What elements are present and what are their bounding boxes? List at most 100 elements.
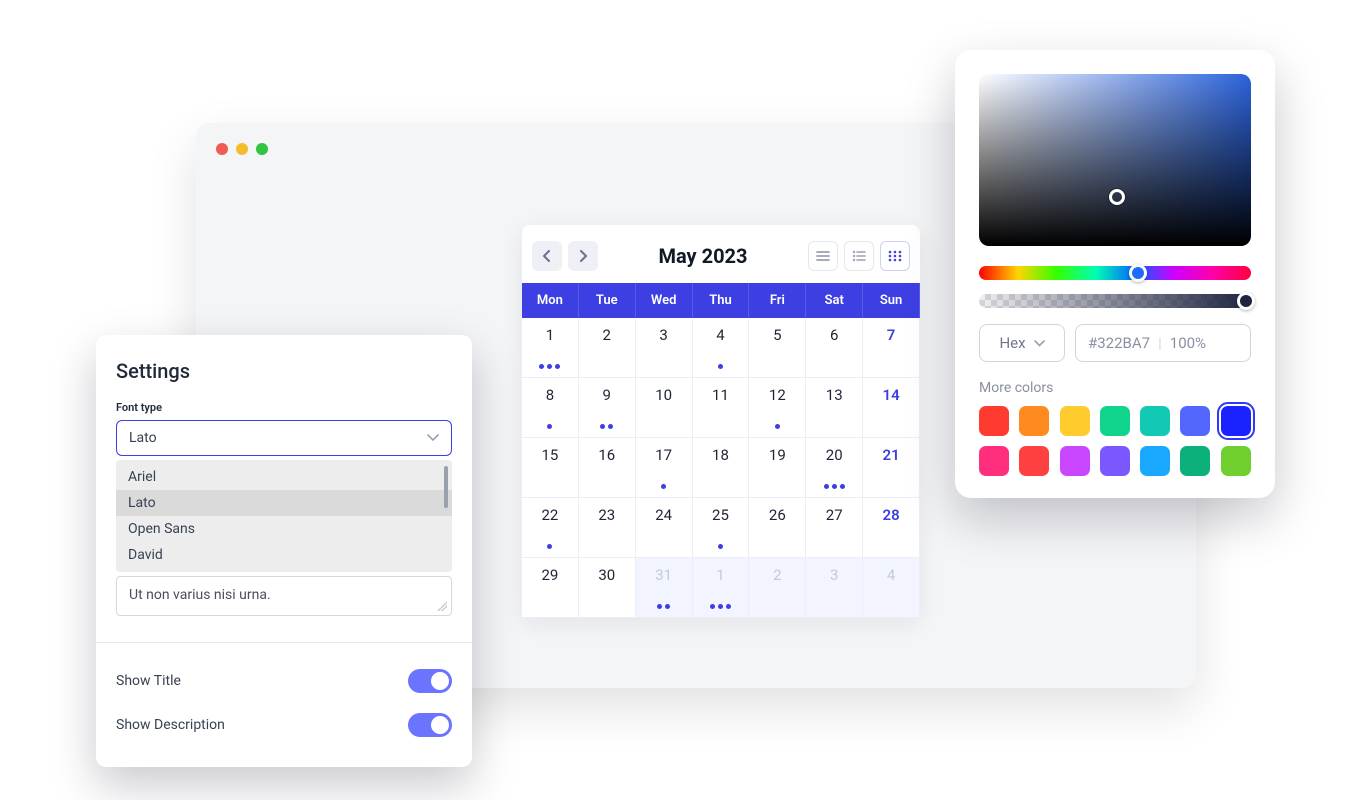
calendar-next-button[interactable] — [568, 241, 598, 271]
color-swatch[interactable] — [1221, 406, 1251, 436]
calendar-day[interactable]: 5 — [749, 318, 806, 378]
calendar-dow: Sun — [863, 283, 920, 318]
calendar-day[interactable]: 25 — [693, 498, 750, 558]
font-option[interactable]: Ariel — [116, 464, 452, 490]
event-dots — [693, 364, 749, 369]
color-cursor[interactable] — [1109, 189, 1125, 205]
calendar-day[interactable]: 27 — [806, 498, 863, 558]
calendar-day[interactable]: 11 — [693, 378, 750, 438]
calendar-day[interactable]: 3 — [806, 558, 863, 618]
calendar-day[interactable]: 28 — [863, 498, 920, 558]
chevron-down-icon — [427, 434, 439, 442]
hue-handle[interactable] — [1129, 264, 1147, 282]
calendar-day[interactable]: 4 — [693, 318, 750, 378]
color-swatch[interactable] — [1100, 406, 1130, 436]
color-swatch[interactable] — [1019, 446, 1049, 476]
calendar-title: May 2023 — [598, 244, 808, 268]
hue-slider[interactable] — [979, 266, 1251, 280]
show-title-toggle[interactable] — [408, 669, 452, 693]
color-swatch[interactable] — [1019, 406, 1049, 436]
color-swatch[interactable] — [1140, 446, 1170, 476]
calendar-day[interactable]: 3 — [636, 318, 693, 378]
calendar-day[interactable]: 30 — [579, 558, 636, 618]
maximize-window-icon[interactable] — [256, 143, 268, 155]
calendar-dow: Mon — [522, 283, 579, 318]
calendar-day[interactable]: 26 — [749, 498, 806, 558]
description-textarea[interactable]: Ut non varius nisi urna. — [116, 576, 452, 616]
font-type-dropdown: ArielLatoOpen SansDavid — [116, 460, 452, 572]
view-list-button[interactable] — [808, 241, 838, 271]
calendar-day[interactable]: 1 — [522, 318, 579, 378]
chevron-down-icon — [1034, 340, 1045, 347]
calendar-day[interactable]: 29 — [522, 558, 579, 618]
calendar-day[interactable]: 15 — [522, 438, 579, 498]
chevron-right-icon — [578, 250, 588, 262]
calendar-day[interactable]: 14 — [863, 378, 920, 438]
event-dots — [693, 604, 749, 609]
calendar-day[interactable]: 19 — [749, 438, 806, 498]
calendar-day[interactable]: 20 — [806, 438, 863, 498]
calendar-day[interactable]: 13 — [806, 378, 863, 438]
calendar-day[interactable]: 6 — [806, 318, 863, 378]
chevron-left-icon — [542, 250, 552, 262]
color-swatch[interactable] — [1180, 446, 1210, 476]
calendar-dow: Wed — [636, 283, 693, 318]
calendar-day[interactable]: 22 — [522, 498, 579, 558]
opacity-value: 100% — [1170, 334, 1206, 352]
color-swatch[interactable] — [1060, 446, 1090, 476]
show-description-row: Show Description — [116, 703, 452, 747]
color-swatch[interactable] — [1140, 406, 1170, 436]
show-description-toggle[interactable] — [408, 713, 452, 737]
calendar-day[interactable]: 16 — [579, 438, 636, 498]
hex-input[interactable]: #322BA7 | 100% — [1075, 324, 1251, 362]
calendar-grid: MonTueWedThuFriSatSun1234567891011121314… — [522, 283, 920, 618]
color-swatch[interactable] — [1180, 406, 1210, 436]
color-format-value: Hex — [999, 334, 1025, 352]
minimize-window-icon[interactable] — [236, 143, 248, 155]
more-colors-label: More colors — [979, 380, 1251, 396]
close-window-icon[interactable] — [216, 143, 228, 155]
calendar-prev-button[interactable] — [532, 241, 562, 271]
color-swatch[interactable] — [979, 406, 1009, 436]
calendar-day[interactable]: 18 — [693, 438, 750, 498]
color-format-select[interactable]: Hex — [979, 324, 1065, 362]
saturation-value-area[interactable] — [979, 74, 1251, 246]
dropdown-scrollbar[interactable] — [444, 466, 448, 508]
calendar-day[interactable]: 21 — [863, 438, 920, 498]
alpha-handle[interactable] — [1237, 292, 1255, 310]
calendar-dow: Fri — [749, 283, 806, 318]
calendar-day[interactable]: 7 — [863, 318, 920, 378]
calendar-day[interactable]: 1 — [693, 558, 750, 618]
calendar-day[interactable]: 4 — [863, 558, 920, 618]
calendar-day[interactable]: 24 — [636, 498, 693, 558]
calendar-day[interactable]: 17 — [636, 438, 693, 498]
show-title-row: Show Title — [116, 659, 452, 703]
color-swatch[interactable] — [1060, 406, 1090, 436]
calendar-day[interactable]: 12 — [749, 378, 806, 438]
view-agenda-button[interactable] — [844, 241, 874, 271]
color-swatch[interactable] — [979, 446, 1009, 476]
font-type-select[interactable]: Lato — [116, 420, 452, 456]
calendar-header: May 2023 — [522, 235, 920, 283]
font-option[interactable]: Open Sans — [116, 516, 452, 542]
show-title-label: Show Title — [116, 673, 181, 689]
calendar-day[interactable]: 10 — [636, 378, 693, 438]
calendar-day[interactable]: 31 — [636, 558, 693, 618]
calendar-day[interactable]: 2 — [749, 558, 806, 618]
calendar-day[interactable]: 8 — [522, 378, 579, 438]
color-swatch[interactable] — [1100, 446, 1130, 476]
calendar-widget: May 2023 MonTueWedThuFriSatSun12 — [522, 225, 920, 618]
hex-value: #322BA7 — [1088, 334, 1150, 352]
alpha-slider[interactable] — [979, 294, 1251, 308]
color-picker: Hex #322BA7 | 100% More colors — [955, 50, 1275, 498]
font-option[interactable]: David — [116, 542, 452, 568]
calendar-day[interactable]: 2 — [579, 318, 636, 378]
calendar-day[interactable]: 23 — [579, 498, 636, 558]
calendar-day[interactable]: 9 — [579, 378, 636, 438]
input-separator: | — [1158, 334, 1162, 352]
event-dots — [693, 544, 749, 549]
calendar-dow: Sat — [806, 283, 863, 318]
view-month-button[interactable] — [880, 241, 910, 271]
font-option[interactable]: Lato — [116, 490, 452, 516]
color-swatch[interactable] — [1221, 446, 1251, 476]
